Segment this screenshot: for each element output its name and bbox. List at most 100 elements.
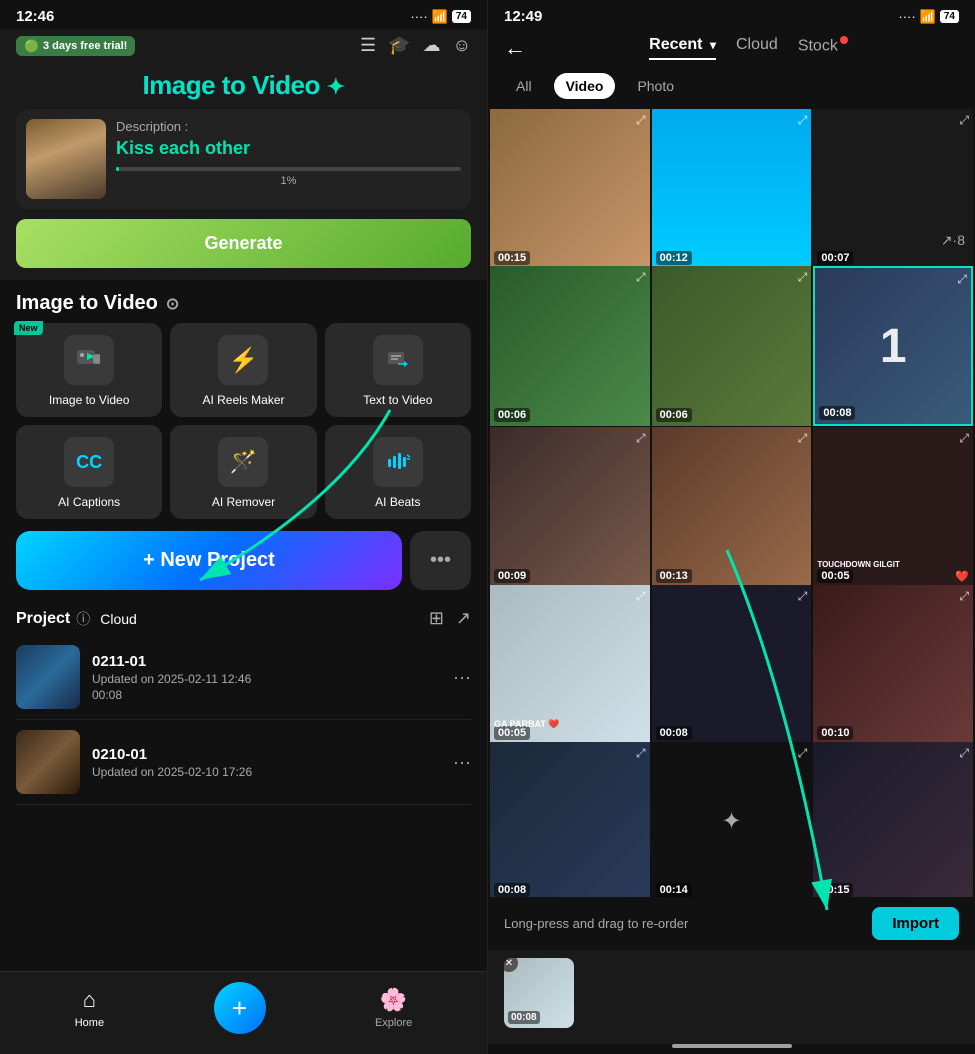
menu-icon[interactable]: ☰: [360, 35, 376, 56]
nav-home[interactable]: ⌂ Home: [75, 987, 104, 1029]
video-duration-6: 00:08: [819, 406, 855, 420]
home-indicator-right: [672, 1044, 792, 1048]
tool-ai-beats[interactable]: AI Beats: [325, 425, 471, 519]
import-button[interactable]: Import: [872, 907, 959, 940]
preview-close-1[interactable]: ✕: [504, 958, 518, 972]
video-thumb-9[interactable]: 00:05 ⤢ TOUCHDOWN GILGIT ❤️: [813, 427, 973, 587]
filter-photo[interactable]: Photo: [625, 73, 686, 99]
top-nav-right: ← Recent ▾ Cloud Stock: [488, 29, 975, 67]
project-header-icons: ⊞ ↗: [429, 608, 471, 629]
project-duration-1: 00:08: [92, 688, 441, 702]
video-duration-5: 00:06: [656, 408, 692, 422]
filter-all[interactable]: All: [504, 73, 544, 99]
expand-icon-14: ⤢: [798, 746, 808, 761]
video-thumb-7[interactable]: 00:09 ⤢: [490, 427, 650, 587]
project-thumb-1: [16, 645, 80, 709]
bottom-nav-left: ⌂ Home + 🌸 Explore: [0, 971, 487, 1054]
video-thumb-3[interactable]: 00:07 ⤢ ↗·8: [813, 109, 973, 269]
tab-cloud[interactable]: Cloud: [736, 36, 778, 60]
video-thumb-5[interactable]: 00:06 ⤢: [652, 266, 812, 426]
tool-label-3: Text to Video: [363, 393, 432, 407]
left-panel: 12:46 ···· 📶 74 🟢 3 days free trial! ☰ 🎓…: [0, 0, 487, 1054]
tool-label-6: AI Beats: [375, 495, 420, 509]
expand-icon-9: ⤢: [959, 431, 969, 446]
expand-icon-2: ⤢: [798, 113, 808, 128]
bottom-bar-right: Long-press and drag to re-order Import: [488, 897, 975, 950]
more-button[interactable]: •••: [410, 531, 471, 590]
expand-icon-5: ⤢: [798, 270, 808, 285]
project-list: 0211-01 Updated on 2025-02-11 12:46 00:0…: [0, 635, 487, 805]
video-number-6: 1: [815, 268, 971, 424]
expand-icon-12: ⤢: [959, 589, 969, 604]
video-thumb-2[interactable]: 00:12 ⤢: [652, 109, 812, 269]
signal-icon-right: ····: [898, 9, 915, 24]
cloud-icon-banner[interactable]: ☁: [423, 35, 441, 56]
video-thumb-11[interactable]: 00:08 ⤢: [652, 585, 812, 745]
reels-icon: ⚡: [229, 346, 259, 375]
video-thumb-8[interactable]: 00:13 ⤢: [652, 427, 812, 587]
video-thumb-13[interactable]: 00:08 ⤢: [490, 742, 650, 897]
share-icon[interactable]: ↗: [456, 608, 471, 629]
tool-ai-remover[interactable]: 🪄 AI Remover: [170, 425, 316, 519]
video-thumb-4[interactable]: 00:06 ⤢: [490, 266, 650, 426]
filter-row: All Video Photo: [488, 67, 975, 109]
hero-title-text: Image to Video: [142, 70, 319, 100]
explore-icon: 🌸: [380, 987, 407, 1013]
tab-stock[interactable]: Stock: [798, 36, 848, 60]
filter-video[interactable]: Video: [554, 73, 616, 99]
video-duration-11: 00:08: [656, 726, 692, 740]
tab-recent-label: Recent: [649, 36, 702, 53]
video-thumb-10[interactable]: 00:05 ⤢ GA PARBAT ❤️: [490, 585, 650, 745]
project-more-1[interactable]: ···: [453, 667, 471, 688]
video-thumb-12[interactable]: 00:10 ⤢: [813, 585, 973, 745]
preview-item-1[interactable]: ✕ 00:08: [504, 958, 574, 1028]
grid-view-icon[interactable]: ⊞: [429, 608, 444, 629]
project-title: Project: [16, 610, 70, 628]
video-duration-3: 00:07: [817, 251, 853, 265]
video-thumb-15[interactable]: 00:15 ⤢: [813, 742, 973, 897]
tool-grid: New Image to Video ⚡ AI Reels Maker Text…: [0, 323, 487, 527]
project-more-2[interactable]: ···: [453, 752, 471, 773]
nav-plus-button[interactable]: +: [214, 982, 266, 1034]
trial-badge[interactable]: 🟢 3 days free trial!: [16, 36, 135, 56]
tool-ai-captions[interactable]: CC AI Captions: [16, 425, 162, 519]
signal-icon-left: ····: [410, 9, 427, 24]
tool-text-to-video[interactable]: Text to Video: [325, 323, 471, 417]
face-icon[interactable]: ☺: [453, 35, 471, 56]
back-button[interactable]: ←: [504, 35, 526, 61]
battery-right: 74: [940, 10, 959, 23]
project-item-1[interactable]: 0211-01 Updated on 2025-02-11 12:46 00:0…: [16, 635, 471, 720]
video-thumb-6[interactable]: 1 00:08 ⤢: [813, 266, 973, 426]
status-time-left: 12:46: [16, 8, 54, 25]
project-header: Project ⓘ Cloud ⊞ ↗: [0, 600, 487, 635]
expand-icon-11: ⤢: [798, 589, 808, 604]
tool-icon-box-3: [373, 335, 423, 385]
new-project-button[interactable]: + New Project: [16, 531, 402, 590]
home-label: Home: [75, 1017, 104, 1029]
video-thumb-14[interactable]: ✦ 00:14 ⤢: [652, 742, 812, 897]
project-info-1: 0211-01 Updated on 2025-02-11 12:46 00:0…: [92, 653, 441, 702]
video-duration-15: 00:15: [817, 883, 853, 897]
generate-button[interactable]: Generate: [16, 219, 471, 268]
vid3-extra: ↗·8: [941, 232, 965, 249]
graduation-icon[interactable]: 🎓: [388, 35, 410, 56]
nav-explore[interactable]: 🌸 Explore: [375, 987, 412, 1029]
section-title-text: Image to Video: [16, 292, 158, 315]
remover-icon: 🪄: [230, 449, 257, 475]
tool-icon-box-1: [64, 335, 114, 385]
project-info-2: 0210-01 Updated on 2025-02-10 17:26: [92, 746, 441, 779]
tab-recent[interactable]: Recent ▾: [649, 36, 716, 60]
tool-image-to-video[interactable]: New Image to Video: [16, 323, 162, 417]
section-title-icon: ⊙: [166, 294, 179, 314]
project-item-2[interactable]: 0210-01 Updated on 2025-02-10 17:26 ···: [16, 720, 471, 805]
top-banner: 🟢 3 days free trial! ☰ 🎓 ☁ ☺: [0, 29, 487, 62]
status-icons-right: ···· 📶 74: [898, 9, 959, 25]
hero-section: Image to Video ✦ Description : Kiss each…: [0, 62, 487, 280]
preview-strip: ✕ 00:08: [488, 950, 975, 1044]
expand-icon-13: ⤢: [636, 746, 646, 761]
tool-ai-reels[interactable]: ⚡ AI Reels Maker: [170, 323, 316, 417]
progress-bar-container: [116, 167, 461, 171]
status-bar-left: 12:46 ···· 📶 74: [0, 0, 487, 29]
banner-icons: ☰ 🎓 ☁ ☺: [360, 35, 471, 56]
video-thumb-1[interactable]: 00:15 ⤢: [490, 109, 650, 269]
